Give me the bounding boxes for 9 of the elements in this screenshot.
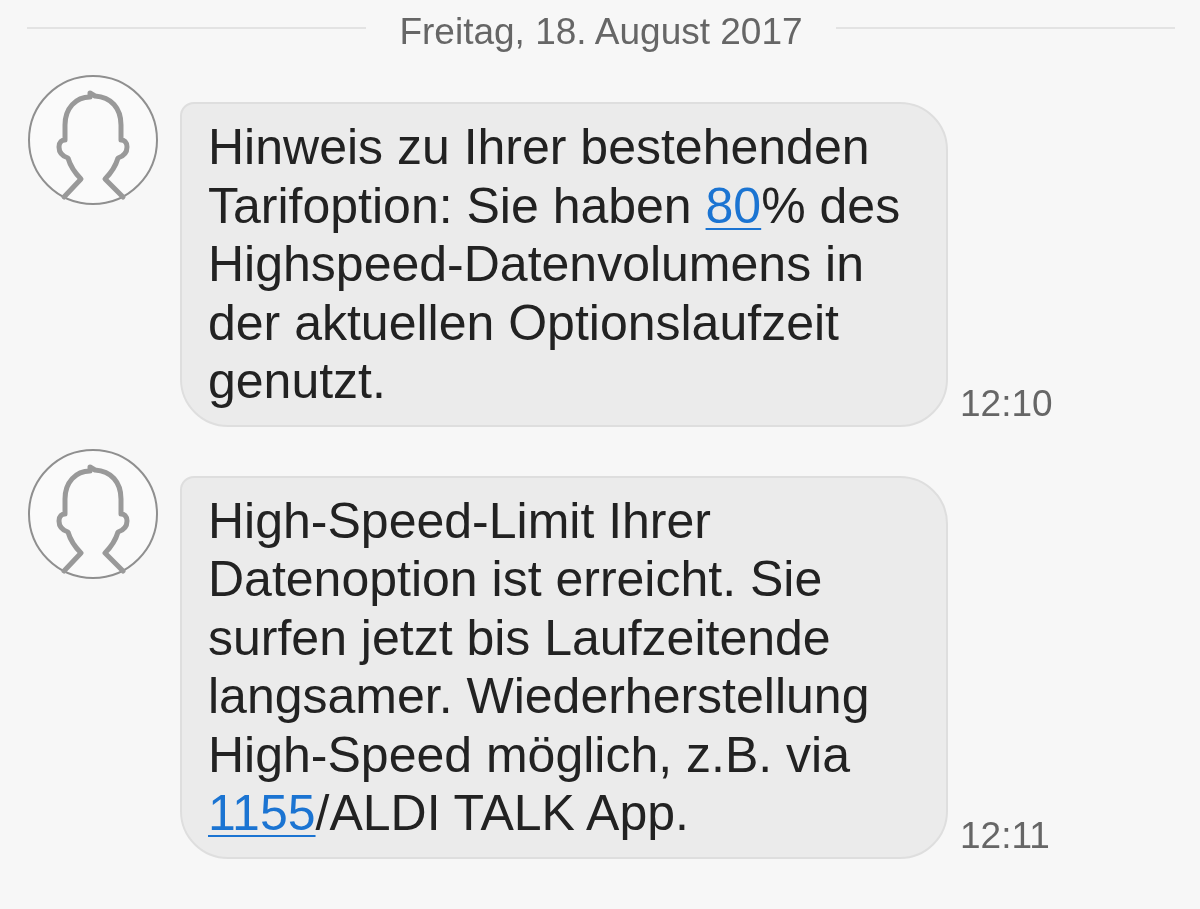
number-link[interactable]: 80 (705, 177, 762, 234)
number-link[interactable]: 1155 (208, 785, 316, 841)
message-time: 12:10 (960, 382, 1053, 425)
message-text: High-Speed-Limit Ihrer Datenoption ist erreicht. Sie surfen jetzt bis Laufzeitende langsamer. Wiederherstellung High-Speed möglich, z.B. via 1155/ALDI TALK App. (208, 491, 871, 843)
avatar-silhouette-icon (28, 75, 158, 205)
message-time: 12:11 (960, 814, 1050, 857)
avatar-silhouette-icon (28, 448, 158, 579)
message-text: Hinweis zu Ihrer bestehenden Tarifoption: Sie haben 80% des Highspeed-Datenvolumens in der aktuellen Optionslaufzeit genutzt. (208, 118, 902, 411)
date-header: Freitag, 18. August 2017 (399, 10, 803, 54)
